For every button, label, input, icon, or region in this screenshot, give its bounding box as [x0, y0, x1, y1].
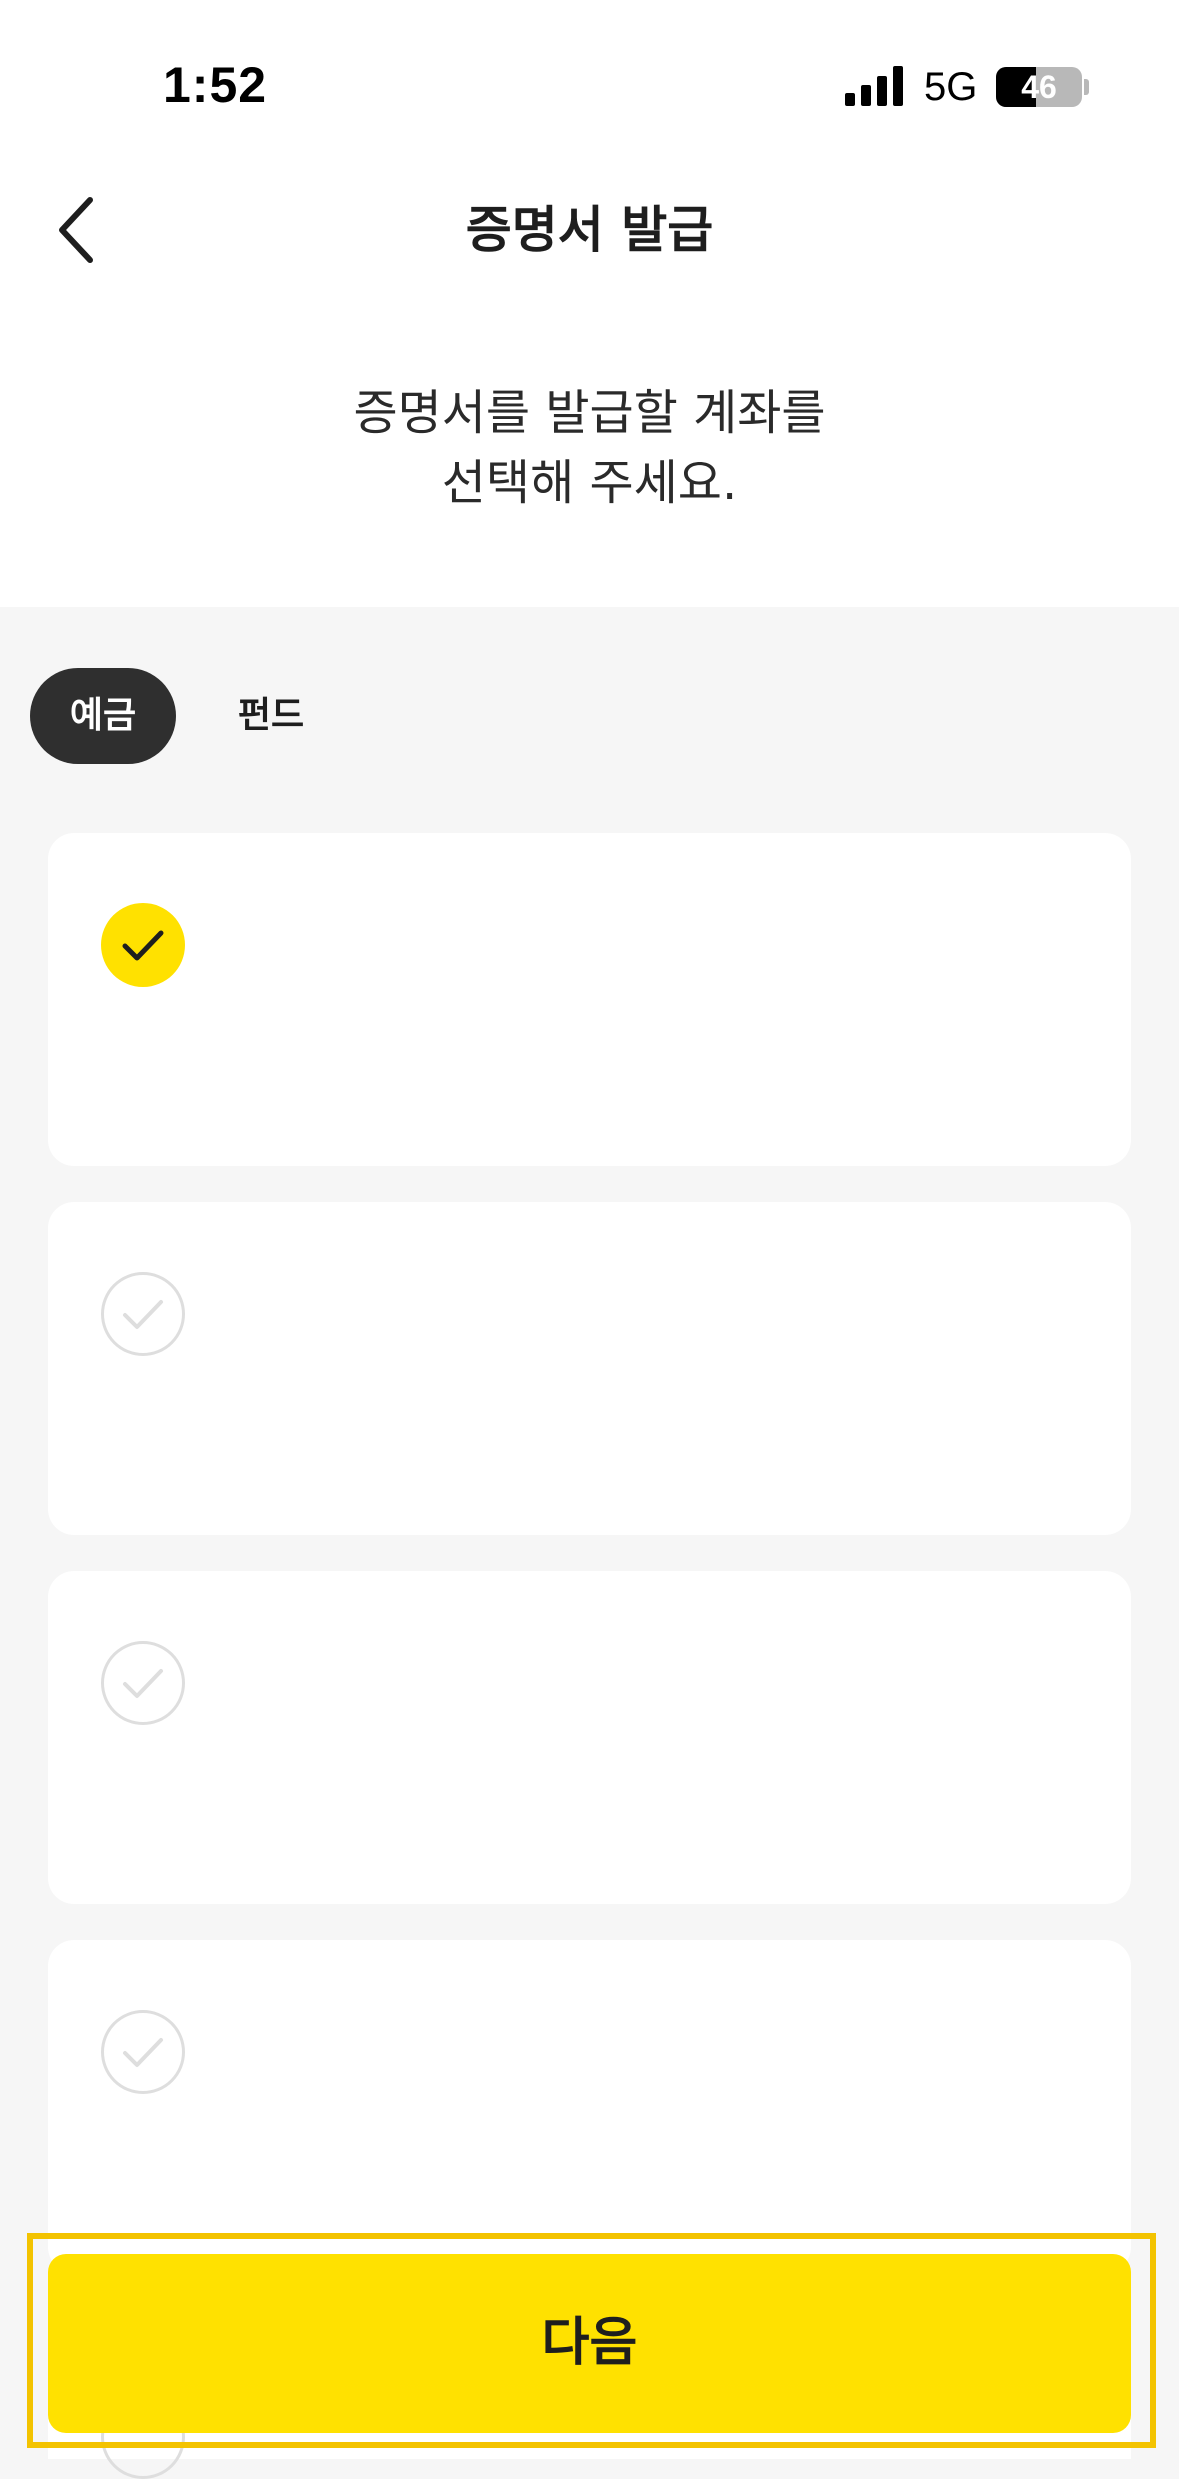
- account-card-1[interactable]: [48, 833, 1131, 1166]
- check-icon: [122, 930, 164, 961]
- status-time: 1:52: [163, 57, 268, 113]
- instruction-line-1: 증명서를 발급할 계좌를: [353, 385, 826, 441]
- check-icon: [123, 1669, 163, 1698]
- battery-icon: 46: [996, 67, 1082, 107]
- battery-level: 46: [1021, 69, 1057, 105]
- check-icon: [123, 1300, 163, 1329]
- battery-cap: [1084, 79, 1089, 95]
- check-icon: [123, 2038, 163, 2067]
- instruction-line-2: 선택해 주세요.: [441, 455, 738, 511]
- checkbox-unchecked[interactable]: [101, 1272, 185, 1356]
- cellular-signal-icon: [845, 66, 903, 106]
- instruction-text: 증명서를 발급할 계좌를 선택해 주세요.: [0, 378, 1179, 518]
- tab-fund[interactable]: 펀드: [216, 668, 326, 764]
- account-card-3[interactable]: [48, 1571, 1131, 1904]
- next-button[interactable]: 다음: [48, 2254, 1131, 2433]
- account-card-4[interactable]: [48, 1940, 1131, 2273]
- checkbox-checked[interactable]: [101, 903, 185, 987]
- checkbox-unchecked[interactable]: [101, 2010, 185, 2094]
- tab-deposit[interactable]: 예금: [30, 668, 176, 764]
- account-card-2[interactable]: [48, 1202, 1131, 1535]
- page-title: 증명서 발급: [465, 201, 714, 259]
- network-type: 5G: [924, 65, 978, 109]
- checkbox-unchecked[interactable]: [101, 1641, 185, 1725]
